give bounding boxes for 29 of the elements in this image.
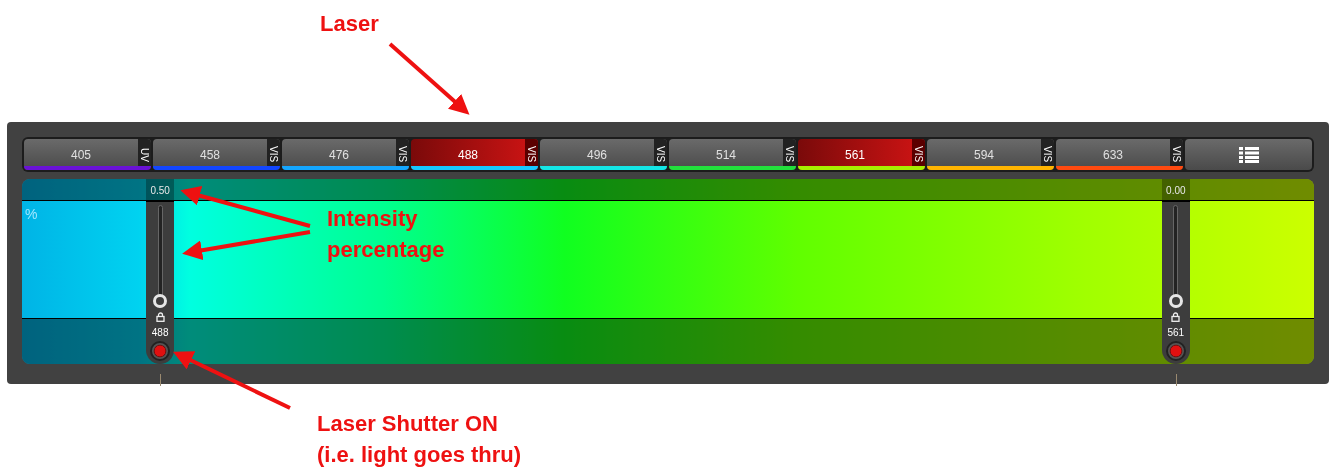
annotation-text: Laser [320, 10, 379, 38]
laser-tab[interactable]: 458 VIS [153, 139, 280, 170]
intensity-slider[interactable] [153, 205, 168, 308]
intensity-value: 0.50 [146, 179, 175, 201]
shutter-button[interactable] [1165, 341, 1186, 361]
laser-tab[interactable]: 488 VIS [411, 139, 538, 170]
shutter-button[interactable] [150, 341, 171, 361]
laser-tab[interactable]: 496 VIS [540, 139, 667, 170]
laser-tab[interactable]: 514 VIS [669, 139, 796, 170]
annotation-text: Intensity percentage [327, 205, 445, 264]
tick-mark [1175, 374, 1177, 386]
channel-label: 488 [151, 328, 169, 338]
channel-label: 561 [1167, 328, 1185, 338]
list-button[interactable] [1185, 139, 1312, 170]
lock-icon [155, 312, 165, 322]
tick-mark [160, 374, 162, 386]
list-icon [1238, 146, 1259, 163]
lock-icon [1171, 312, 1181, 322]
intensity-slider[interactable] [1168, 205, 1183, 308]
slider-thumb[interactable] [153, 293, 168, 308]
laser-tab[interactable]: 633 VIS [1056, 139, 1183, 170]
slider-thumb[interactable] [1168, 294, 1183, 308]
unit-label: % [25, 205, 38, 224]
laser-tab[interactable]: 476 VIS [282, 139, 409, 170]
laser-tab[interactable]: 594 VIS [927, 139, 1054, 170]
laser-tab[interactable]: 561 VIS [798, 139, 925, 170]
laser-tab[interactable]: 405 UV [24, 139, 151, 170]
annotation-text: Laser Shutter ON (i.e. light goes thru) [317, 410, 522, 469]
intensity-value: 0.00 [1161, 179, 1190, 201]
